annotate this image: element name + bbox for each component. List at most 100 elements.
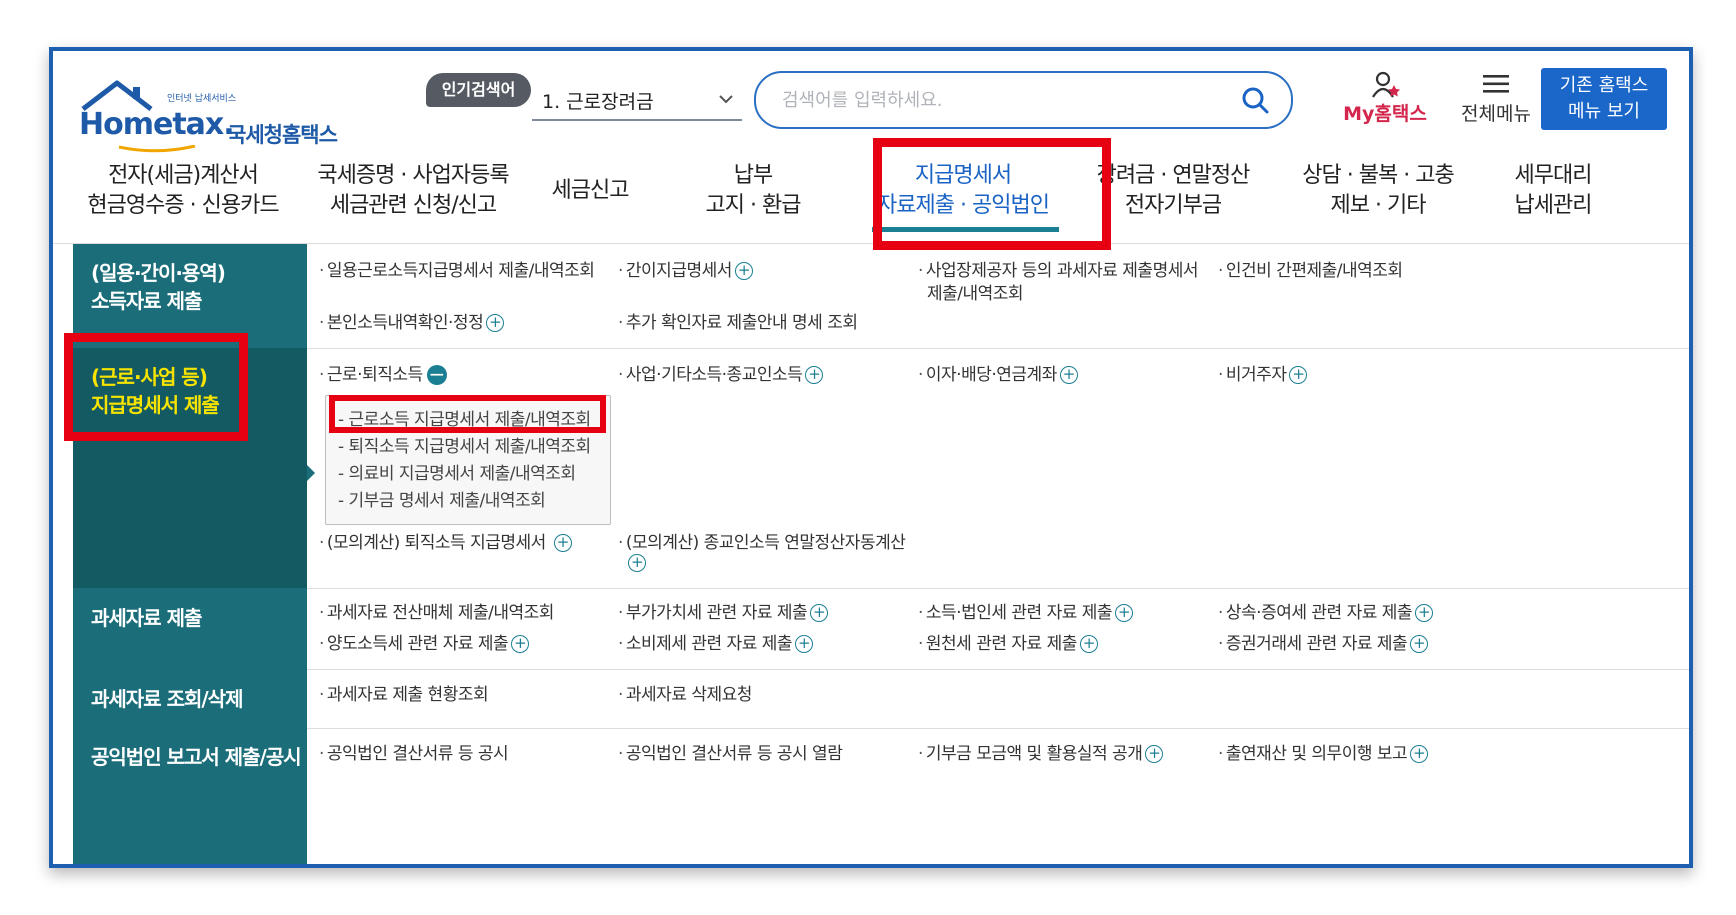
all-menu-label: 전체메뉴	[1461, 103, 1531, 125]
link-non-resident[interactable]: · 비거주자 +	[1218, 363, 1308, 387]
link-business-other-income[interactable]: · 사업·기타소득·종교인소득 +	[618, 363, 824, 387]
link-label: 이자·배당·연금계좌	[925, 365, 1057, 385]
link-income-verify[interactable]: · 본인소득내역확인·정정 +	[319, 311, 505, 335]
link-label: 사업·기타소득·종교인소득	[625, 365, 803, 385]
link-contributed-property[interactable]: · 출연재산 및 의무이행 보고 +	[1218, 742, 1429, 766]
highlight-box-submenu	[329, 395, 606, 433]
sidebar-label: 공익법인 보고서 제출/공시	[91, 745, 302, 769]
chevron-down-icon	[719, 95, 733, 104]
sidebar-label-line2: 소득자료 제출	[91, 289, 202, 313]
submenu-donation-statement[interactable]: - 기부금 명세서 제출/내역조회	[338, 486, 546, 511]
link-label: 사업장제공자 등의 과세자료 제출명세서	[925, 261, 1199, 281]
sidebar-item-daily-income[interactable]: (일용·간이·용역) 소득자료 제출	[73, 259, 307, 315]
all-menu-button[interactable]: 전체메뉴	[1446, 71, 1546, 131]
link-label: 기부금 모금액 및 활용실적 공개	[925, 744, 1143, 764]
link-consumption-tax-data[interactable]: · 소비제세 관련 자료 제출 +	[618, 632, 814, 656]
link-withholding-data[interactable]: · 원천세 관련 자료 제출 +	[918, 632, 1098, 656]
submenu-medical-expense-statement[interactable]: - 의료비 지급명세서 제출/내역조회	[338, 459, 576, 484]
nav-e-invoice[interactable]: 전자(세금)계산서 현금영수증 · 신용카드	[83, 161, 283, 221]
sidebar-label-line1: (일용·간이·용역)	[91, 261, 226, 285]
link-daily-income-statement[interactable]: · 일용근로소득지급명세서 제출/내역조회	[319, 259, 595, 283]
expand-plus-icon[interactable]: +	[1079, 635, 1098, 653]
row-divider	[307, 728, 1689, 729]
link-label: 비거주자	[1225, 365, 1287, 385]
link-label: 제출/내역조회	[927, 284, 1024, 304]
nav-tax-agent[interactable]: 세무대리 납세관리	[1493, 161, 1613, 221]
expand-plus-icon[interactable]: +	[628, 554, 646, 572]
link-tax-data-media[interactable]: · 과세자료 전산매체 제출/내역조회	[319, 601, 554, 625]
my-hometax-label: My홈택스	[1343, 103, 1427, 125]
expand-plus-icon[interactable]: +	[1410, 635, 1429, 653]
expand-plus-icon[interactable]: +	[810, 604, 829, 622]
link-label: 과세자료 제출 현황조회	[326, 685, 489, 705]
expand-plus-icon[interactable]: +	[486, 314, 505, 332]
nav-consultation[interactable]: 상담 · 불복 · 고충 제보 · 기타	[1283, 161, 1473, 221]
link-additional-data-guide[interactable]: · 추가 확인자료 제출안내 명세 조회	[618, 311, 858, 335]
link-securities-tax-data[interactable]: · 증권거래세 관련 자료 제출 +	[1218, 632, 1429, 656]
expand-plus-icon[interactable]: +	[1059, 366, 1078, 384]
link-donation-raised[interactable]: · 기부금 모금액 및 활용실적 공개 +	[918, 742, 1164, 766]
nav-payment[interactable]: 납부 고지 · 환급	[693, 161, 813, 221]
link-transfer-income-data[interactable]: · 양도소득세 관련 자료 제출 +	[319, 632, 530, 656]
bullet-dot: ·	[918, 261, 923, 281]
expand-plus-icon[interactable]: +	[1415, 604, 1434, 622]
link-deletion-request[interactable]: · 과세자료 삭제요청	[618, 683, 752, 707]
expand-plus-icon[interactable]: +	[1410, 745, 1429, 763]
nav-item-line1: 국세증명 · 사업자등록	[317, 163, 509, 188]
expand-plus-icon[interactable]: +	[1289, 366, 1308, 384]
link-income-corp-data[interactable]: · 소득·법인세 관련 자료 제출 +	[918, 601, 1134, 625]
bullet-dot: ·	[319, 685, 324, 705]
nav-item-line1: 세무대리	[1514, 163, 1593, 188]
link-label: 인건비 간편제출/내역조회	[1225, 261, 1403, 281]
link-label: 추가 확인자료 제출안내 명세 조회	[625, 313, 858, 333]
link-labor-cost-simple[interactable]: · 인건비 간편제출/내역조회	[1218, 259, 1403, 283]
sidebar-item-public-corp[interactable]: 공익법인 보고서 제출/공시	[73, 743, 307, 771]
link-mock-religious[interactable]: · (모의계산) 종교인소득 연말정산자동계산	[618, 531, 906, 555]
link-business-place-provider-line2[interactable]: 제출/내역조회	[927, 282, 1024, 306]
bullet-dot: ·	[618, 744, 623, 764]
expand-plus-icon[interactable]: +	[795, 635, 814, 653]
bullet-dot: ·	[618, 603, 623, 623]
bullet-dot: ·	[319, 365, 324, 385]
expand-plus-icon[interactable]: +	[734, 262, 753, 280]
row-divider	[307, 588, 1689, 589]
nav-tax-return[interactable]: 세금신고	[540, 176, 640, 206]
link-label: 원천세 관련 자료 제출	[925, 634, 1077, 654]
submenu-retirement-income-statement[interactable]: - 퇴직소득 지급명세서 제출/내역조회	[338, 432, 591, 457]
my-hometax-button[interactable]: My홈택스	[1335, 71, 1435, 131]
expand-plus-icon[interactable]: +	[1115, 604, 1134, 622]
row-divider	[307, 348, 1689, 349]
expand-plus-icon[interactable]: +	[511, 635, 530, 653]
link-simple-statement[interactable]: · 간이지급명세서 +	[618, 259, 753, 283]
popular-search-value: 1. 근로장려금	[542, 91, 654, 113]
bullet-dot: ·	[1218, 261, 1223, 281]
sidebar-item-tax-data-submit[interactable]: 과세자료 제출	[73, 604, 307, 632]
sidebar-item-tax-data-query[interactable]: 과세자료 조회/삭제	[73, 685, 307, 713]
link-inheritance-data[interactable]: · 상속·증여세 관련 자료 제출 +	[1218, 601, 1434, 625]
link-business-place-provider[interactable]: · 사업장제공자 등의 과세자료 제출명세서	[918, 259, 1199, 283]
link-mock-retirement[interactable]: · (모의계산) 퇴직소득 지급명세서 +	[319, 531, 572, 555]
link-submission-status[interactable]: · 과세자료 제출 현황조회	[319, 683, 489, 707]
old-hometax-menu-button[interactable]: 기존 홈택스 메뉴 보기	[1541, 68, 1667, 130]
expand-plus-icon[interactable]: +	[1145, 745, 1164, 763]
link-public-corp-disclosure-view[interactable]: · 공익법인 결산서류 등 공시 열람	[618, 742, 843, 766]
link-earned-retirement-income[interactable]: · 근로·퇴직소득 −	[319, 363, 447, 387]
search-icon[interactable]	[1241, 86, 1269, 114]
search-input[interactable]	[780, 86, 1224, 114]
popular-search-select[interactable]: 1. 근로장려금	[532, 79, 742, 121]
bullet-dot: ·	[319, 744, 324, 764]
link-interest-dividend[interactable]: · 이자·배당·연금계좌 +	[918, 363, 1078, 387]
nav-item-line2: 고지 · 환급	[705, 193, 802, 218]
link-mock-religious-expand[interactable]: +	[625, 551, 646, 575]
nav-item-line2: 제보 · 기타	[1330, 193, 1427, 218]
expand-plus-icon[interactable]: +	[805, 366, 824, 384]
nav-item-line1: 전자(세금)계산서	[108, 163, 259, 188]
hometax-logo[interactable]: 인터넷 납세서비스 Hometax. 국세청홈택스	[77, 73, 338, 153]
expand-plus-icon[interactable]: +	[553, 534, 572, 552]
link-vat-data[interactable]: · 부가가치세 관련 자료 제출 +	[618, 601, 829, 625]
link-public-corp-disclosure[interactable]: · 공익법인 결산서류 등 공시	[319, 742, 509, 766]
bullet-dot: ·	[618, 313, 623, 333]
nav-certificates[interactable]: 국세증명 · 사업자등록 세금관련 신청/신고	[308, 161, 518, 221]
collapse-minus-icon[interactable]: −	[426, 364, 447, 385]
bullet-dot: ·	[1218, 634, 1223, 654]
